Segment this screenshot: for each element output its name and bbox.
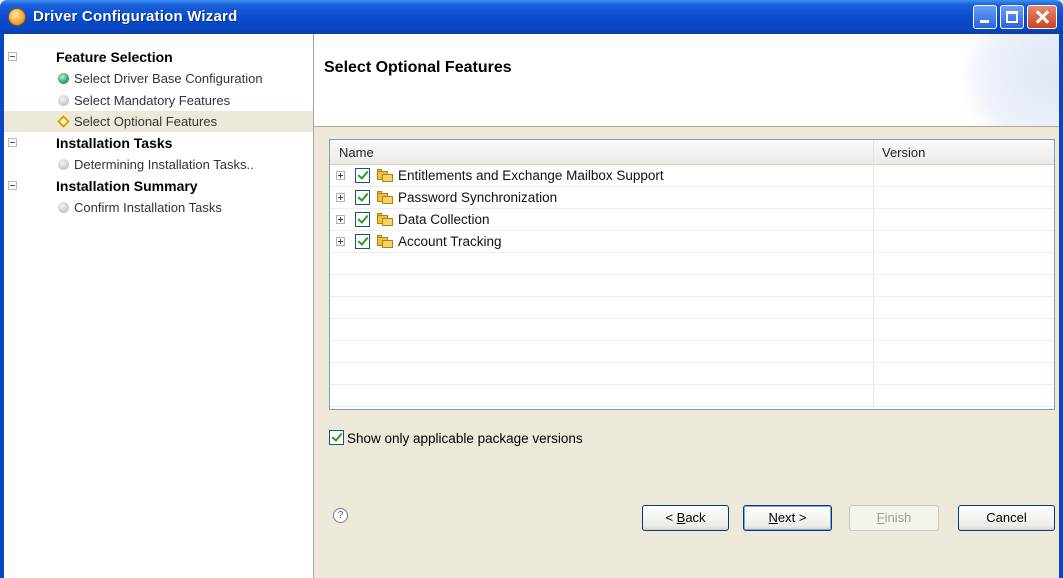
close-button[interactable]: [1027, 5, 1057, 29]
expand-icon[interactable]: [336, 215, 345, 224]
finish-mnemonic: F: [876, 510, 885, 525]
help-icon[interactable]: ?: [333, 508, 348, 523]
features-table: Name Version Entitlements and Exchange M…: [329, 139, 1055, 410]
nav-group-label: Feature Selection: [56, 49, 173, 65]
page-header: Select Optional Features: [314, 34, 1059, 126]
step-pending-icon: [58, 159, 69, 170]
nav-item-select-mandatory-features[interactable]: Select Mandatory Features: [4, 90, 313, 111]
next-button[interactable]: Next >: [743, 505, 832, 531]
nav-item-select-optional-features[interactable]: Select Optional Features: [4, 111, 313, 132]
nav-item-label: Select Optional Features: [74, 114, 218, 129]
table-row[interactable]: Password Synchronization: [330, 187, 1054, 209]
nav-item-select-driver-base-configuration[interactable]: Select Driver Base Configuration: [4, 68, 313, 89]
feature-name: Data Collection: [398, 212, 490, 227]
page-title: Select Optional Features: [324, 59, 512, 76]
table-row-empty: [330, 341, 1054, 363]
table-row-empty: [330, 275, 1054, 297]
collapse-icon[interactable]: [8, 52, 17, 61]
feature-name: Password Synchronization: [398, 190, 558, 205]
package-icon: [377, 213, 393, 226]
table-row-empty: [330, 297, 1054, 319]
nav-item-label: Select Mandatory Features: [74, 93, 231, 108]
feature-checkbox[interactable]: [355, 234, 370, 249]
feature-name: Entitlements and Exchange Mailbox Suppor…: [398, 168, 664, 183]
wizard-steps-nav: Feature Selection Select Driver Base Con…: [4, 34, 314, 578]
nav-group-installation-tasks[interactable]: Installation Tasks: [4, 134, 313, 154]
finish-button[interactable]: Finish: [849, 505, 939, 531]
table-row[interactable]: Account Tracking: [330, 231, 1054, 253]
feature-checkbox[interactable]: [355, 168, 370, 183]
table-header: Name Version: [330, 140, 1054, 165]
column-header-version[interactable]: Version: [882, 145, 925, 160]
collapse-icon[interactable]: [8, 138, 17, 147]
package-icon: [377, 191, 393, 204]
nav-item-label: Select Driver Base Configuration: [74, 71, 263, 86]
nav-group-label: Installation Summary: [56, 178, 198, 194]
table-row-empty: [330, 385, 1054, 407]
cancel-button[interactable]: Cancel: [958, 505, 1055, 531]
nav-item-confirm-installation-tasks[interactable]: Confirm Installation Tasks: [4, 197, 313, 218]
step-complete-icon: [58, 73, 69, 84]
column-header-name[interactable]: Name: [339, 145, 374, 160]
feature-name: Account Tracking: [398, 234, 502, 249]
minimize-button[interactable]: [973, 5, 997, 29]
table-row-empty: [330, 363, 1054, 385]
back-rest: ack: [685, 510, 706, 525]
finish-rest: inish: [884, 510, 912, 525]
window-title: Driver Configuration Wizard: [33, 8, 238, 25]
nav-item-label: Confirm Installation Tasks: [74, 200, 222, 215]
table-row-empty: [330, 319, 1054, 341]
package-icon: [377, 169, 393, 182]
feature-checkbox[interactable]: [355, 212, 370, 227]
nav-group-installation-summary[interactable]: Installation Summary: [4, 177, 313, 197]
show-applicable-versions-label[interactable]: Show only applicable package versions: [347, 431, 583, 446]
table-row-empty: [330, 253, 1054, 275]
maximize-button[interactable]: [1000, 5, 1024, 29]
expand-icon[interactable]: [336, 193, 345, 202]
show-applicable-versions-checkbox[interactable]: [329, 430, 344, 445]
title-bar[interactable]: Driver Configuration Wizard: [0, 0, 1063, 34]
step-pending-icon: [58, 202, 69, 213]
nav-group-feature-selection[interactable]: Feature Selection: [4, 48, 313, 68]
collapse-icon[interactable]: [8, 181, 17, 190]
table-row[interactable]: Entitlements and Exchange Mailbox Suppor…: [330, 165, 1054, 187]
header-banner-graphic: [939, 34, 1059, 126]
app-icon: [8, 8, 26, 26]
back-button[interactable]: < Back: [642, 505, 729, 531]
nav-item-label: Determining Installation Tasks..: [74, 157, 254, 172]
nav-item-determining-installation-tasks[interactable]: Determining Installation Tasks..: [4, 154, 313, 175]
next-rest: ext >: [777, 510, 807, 525]
table-row[interactable]: Data Collection: [330, 209, 1054, 231]
next-mnemonic: N: [768, 510, 778, 525]
package-icon: [377, 235, 393, 248]
expand-icon[interactable]: [336, 237, 345, 246]
nav-group-label: Installation Tasks: [56, 135, 173, 151]
header-divider: [314, 126, 1059, 127]
back-prefix: <: [665, 510, 677, 525]
step-pending-icon: [58, 95, 69, 106]
feature-checkbox[interactable]: [355, 190, 370, 205]
step-current-icon: [57, 115, 70, 128]
expand-icon[interactable]: [336, 171, 345, 180]
